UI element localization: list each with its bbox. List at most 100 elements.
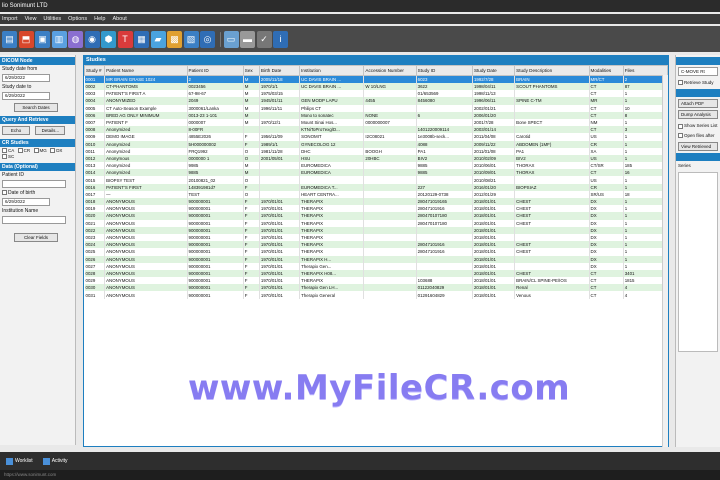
column-header[interactable]: Patient Name <box>104 65 188 76</box>
vertical-scrollbar[interactable] <box>662 75 668 447</box>
record-icon[interactable]: ▦ <box>134 30 149 48</box>
table-row[interactable]: 0017— TEST O HEART CENTRA... 20120129-0738 20… <box>84 190 669 198</box>
table-row[interactable]: 0023 ANONYMOUS 900000001 F 1970/01/01 THERAPI… <box>84 233 669 242</box>
dob-field[interactable]: 6/29/2022 <box>2 198 50 206</box>
series-list[interactable] <box>678 171 718 352</box>
column-header[interactable]: Sex <box>242 65 260 76</box>
menu-import[interactable]: Import <box>2 16 18 22</box>
table-row[interactable]: 0020 ANONYMOUS 900000001 F 1970/01/01 THERAPI… <box>84 212 669 220</box>
modality-sc[interactable]: SC <box>2 154 14 160</box>
open-files-checkbox-icon[interactable] <box>678 132 683 138</box>
table-row[interactable]: 0026 ANONYMOUS 900000001 F 1970/01/01 THERAPI… <box>84 255 669 263</box>
column-header[interactable]: Accession Number <box>363 65 417 76</box>
table-row[interactable]: 0012 Anonymous 0000000 1 O 2001/05/01 HSU 20HB… <box>84 154 669 163</box>
table-row[interactable]: 0018 ANONYMOUS 900000001 F 1970/01/01 THERAPI… <box>84 198 669 206</box>
worklist-tab[interactable]: Worklist <box>6 457 33 465</box>
table-row[interactable]: 0001 MR BRAIN GRASE 1024 2 M 2005/11/18 UC DA… <box>84 75 669 83</box>
table-cell <box>514 255 590 263</box>
table-row[interactable]: 0019 ANONYMOUS 900000001 F 1970/01/01 THERAPI… <box>84 205 669 213</box>
table-row[interactable]: 0024 ANONYMOUS 900000001 F 1970/01/01 THERAPI… <box>84 241 669 249</box>
table-row[interactable]: 0003 PATIENT'S FIRST A 67-98-67 M 1975/03/15… <box>84 90 669 98</box>
table-row[interactable]: 0021 ANONYMOUS 900000001 F 1970/01/01 THERAPI… <box>84 219 669 227</box>
table-row[interactable]: 0010 Anonymized 5H000000002 F 1989/1/1 GYNECO… <box>84 140 669 148</box>
network-icon[interactable]: ◍ <box>68 30 83 48</box>
activity-tab[interactable]: Activity <box>42 457 68 465</box>
monitor-icon[interactable]: ▭ <box>223 30 239 48</box>
table-row[interactable]: 0015 BIOPSY TEST 20100821_02 O 2010/08/21 US 1 <box>84 176 669 184</box>
open-folder-icon[interactable]: ▤ <box>2 30 17 48</box>
show-series-checkbox-icon[interactable] <box>678 123 683 129</box>
table-row[interactable]: 0022 ANONYMOUS 900000001 F 1970/01/01 THERAPI… <box>84 226 669 234</box>
query-icon[interactable]: ⬢ <box>101 30 116 48</box>
attach-pdf-button[interactable]: Attach PDF <box>678 99 718 109</box>
table-row[interactable]: 0030 ANONYMOUS 900000001 F 1970/01/01 Therapi… <box>84 284 669 292</box>
details-button[interactable]: Details... <box>35 126 66 135</box>
document-icon[interactable]: ▥ <box>51 30 67 48</box>
table-row[interactable]: 0027 ANONYMOUS 900000001 F 1970/01/01 Therapi… <box>84 262 669 270</box>
patient-id-field[interactable] <box>2 180 66 188</box>
table-cell: 0001 <box>84 75 106 83</box>
table-row[interactable]: 0002 CT-PHANTOMS 0023456 M 1970/1/1 UC DAVIS … <box>84 83 669 91</box>
echo-button[interactable]: Echo <box>2 126 30 135</box>
date-to-field[interactable]: 6/29/2022 <box>2 92 50 100</box>
column-header[interactable]: Study # <box>83 65 106 76</box>
column-header[interactable]: Patient ID <box>186 65 244 76</box>
table-row[interactable]: 0007 PATIENT F 0000007 M 1970/12/1 Mount Sina… <box>84 118 669 127</box>
modality-cr[interactable]: CR <box>17 148 30 154</box>
view-retrieved-button[interactable]: View Retrieved <box>678 141 718 151</box>
menu-help[interactable]: Help <box>94 16 105 22</box>
modality-dx[interactable]: DX <box>50 148 62 154</box>
modality-dropdown[interactable]: C-MOVE Rt <box>678 67 718 76</box>
info-icon[interactable]: i <box>273 30 288 48</box>
table-row[interactable]: 0031 ANONYMOUS 900000001 F 1970/01/01 Therapi… <box>84 291 669 299</box>
column-header[interactable]: Study ID <box>415 65 473 76</box>
menu-view[interactable]: View <box>25 16 37 22</box>
dob-row[interactable]: Date of birth <box>0 189 75 197</box>
table-row[interactable]: 0025 ANONYMOUS 900000001 F 1970/01/01 THERAPI… <box>84 248 669 256</box>
text-tool-icon[interactable]: T <box>117 30 133 48</box>
open-files-row[interactable]: Open files after <box>676 131 720 140</box>
globe-icon[interactable]: ◉ <box>84 30 100 48</box>
web-icon[interactable]: ◎ <box>200 30 215 48</box>
retrieve-study-row[interactable]: Retrieve Study <box>676 78 720 87</box>
column-header[interactable]: Study Description <box>514 65 590 76</box>
table-row[interactable]: 0013 Anonymized 9985 M EUROMEDICA 9885 2010/06… <box>84 162 669 170</box>
table-row[interactable]: 0016 PATIENT'S FIRST 148391981d7 F EUROMEDIC… <box>84 183 669 191</box>
modality-mg[interactable]: MG <box>33 148 47 154</box>
table-row[interactable]: 0008 Anonymized 8-00FR KTNiToPro7exg/D... 14… <box>84 126 669 134</box>
settings-icon[interactable]: ✓ <box>256 30 272 48</box>
column-header[interactable]: Files <box>622 65 669 76</box>
table-row[interactable]: 0028 ANONYMOUS 900000001 F 1970/01/01 THERAPI… <box>84 269 669 278</box>
menu-utilities[interactable]: Utilities <box>43 16 61 22</box>
column-header[interactable]: Institution <box>299 65 365 76</box>
table-row[interactable]: 0004 ANONYMIZED 2049 M 1945/01/11 GEN MODP LA… <box>84 97 669 105</box>
table-row[interactable]: 0005 CT Auto-Season Example 3000061/Lanka M… <box>84 104 669 112</box>
institution-field[interactable] <box>2 216 66 224</box>
clear-fields-button[interactable]: Clear Fields <box>14 233 58 242</box>
column-header[interactable]: Modalities <box>588 65 624 76</box>
column-header[interactable]: Study Date <box>471 65 516 76</box>
menu-options[interactable]: Options <box>68 16 87 22</box>
table-row[interactable]: 0011 Anonymized FRQ1992 O 1981/11/28 DHC BOOGH… <box>84 147 669 155</box>
dump-analysis-button[interactable]: Dump Analysis <box>678 110 718 120</box>
save-icon[interactable]: ▣ <box>35 30 50 48</box>
table-row[interactable]: 0014 Anonymized 9885 M EUROMEDICA 9885 2010/09… <box>84 169 669 177</box>
date-from-field[interactable]: 6/29/2022 <box>2 74 50 82</box>
import-icon[interactable]: ⬒ <box>18 30 34 48</box>
table-cell: O <box>243 176 260 184</box>
retrieve-checkbox-icon[interactable] <box>678 80 683 86</box>
burn-cd-icon[interactable]: ▬ <box>240 30 255 48</box>
column-header[interactable]: Birth Date <box>258 65 301 76</box>
dob-checkbox-icon[interactable] <box>2 190 7 196</box>
table-cell: 1970/01/01 <box>259 205 301 213</box>
search-dates-button[interactable]: Search Dates <box>14 103 58 112</box>
menu-about[interactable]: About <box>112 16 126 22</box>
modality-ca[interactable]: CA <box>2 148 14 154</box>
show-series-row[interactable]: Show Series List <box>676 121 720 130</box>
table-row[interactable]: 0029 ANONYMOUS 900000001 F 1970/01/01 THERAPI… <box>84 277 669 285</box>
print-icon[interactable]: ▩ <box>167 30 182 48</box>
table-row[interactable]: 0009 DEMO IMAGE 4855E2026 F 1956/11/09 SONOMI… <box>84 133 669 141</box>
folder-icon[interactable]: ▰ <box>150 30 166 48</box>
table-row[interactable]: 0006 BRED AG ONLY MINIMUM 0013-23 1-101 M Mo… <box>84 111 669 119</box>
send-icon[interactable]: ▧ <box>183 30 199 48</box>
